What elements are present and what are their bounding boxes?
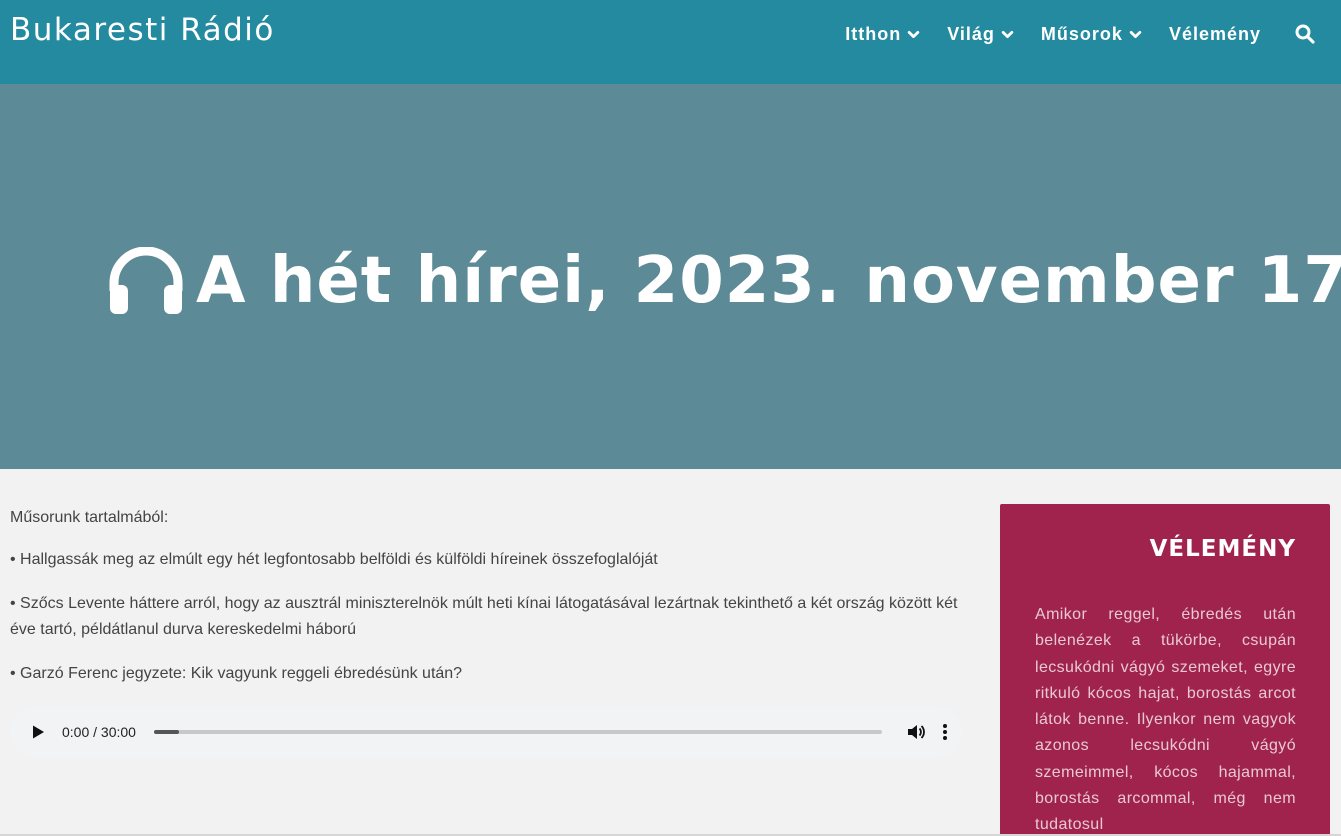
article-item: • Garzó Ferenc jegyzete: Kik vagyunk reg… — [10, 665, 463, 682]
nav-item-label: Vélemény — [1168, 23, 1261, 44]
more-options-icon[interactable] — [942, 723, 948, 741]
nav-item-label: Itthon — [845, 23, 902, 44]
play-icon[interactable] — [30, 724, 46, 740]
audio-progress-fill — [153, 730, 180, 734]
chevron-down-icon — [1001, 30, 1014, 38]
article-item: • Szőcs Levente háttere arról, hogy az a… — [10, 595, 958, 638]
article-item: • Hallgassák meg az elmúlt egy hét legfo… — [10, 551, 658, 568]
opinion-heading[interactable]: VÉLEMÉNY — [1035, 536, 1296, 562]
search-icon[interactable] — [1295, 24, 1315, 44]
volume-icon[interactable] — [906, 722, 926, 742]
opinion-widget: VÉLEMÉNY Amikor reggel, ébredés után bel… — [1000, 504, 1330, 836]
article-body: Műsorunk tartalmából: • Hallgassák meg a… — [10, 505, 960, 705]
nav-item-musorok[interactable]: Műsorok — [1041, 24, 1142, 45]
audio-time: 0:00 / 30:00 — [62, 724, 136, 740]
nav-item-label: Műsorok — [1040, 23, 1123, 44]
nav-item-itthon[interactable]: Itthon — [845, 24, 920, 45]
hero-banner: A hét hírei, 2023. november 17. — [0, 84, 1341, 469]
chevron-down-icon — [1129, 30, 1142, 38]
article-intro: Műsorunk tartalmából: — [10, 509, 169, 526]
nav-item-vilag[interactable]: Világ — [947, 24, 1014, 45]
chevron-down-icon — [907, 30, 920, 38]
audio-seek-bar[interactable] — [153, 730, 882, 734]
audio-player: 0:00 / 30:00 — [10, 706, 962, 758]
site-header: Bukaresti Rádió Itthon Világ Műsorok Vél… — [0, 0, 1341, 84]
main-nav: Itthon Világ Műsorok Vélemény — [818, 20, 1315, 48]
headphones-icon — [109, 247, 183, 314]
nav-item-label: Világ — [947, 23, 995, 44]
opinion-excerpt: Amikor reggel, ébredés után belenézek a … — [1035, 606, 1296, 834]
hero-heading: A hét hírei, 2023. november 17. — [108, 244, 1341, 318]
page-title: A hét hírei, 2023. november 17. — [196, 244, 1341, 318]
nav-item-velemeny[interactable]: Vélemény — [1169, 24, 1261, 45]
site-logo[interactable]: Bukaresti Rádió — [10, 12, 275, 48]
